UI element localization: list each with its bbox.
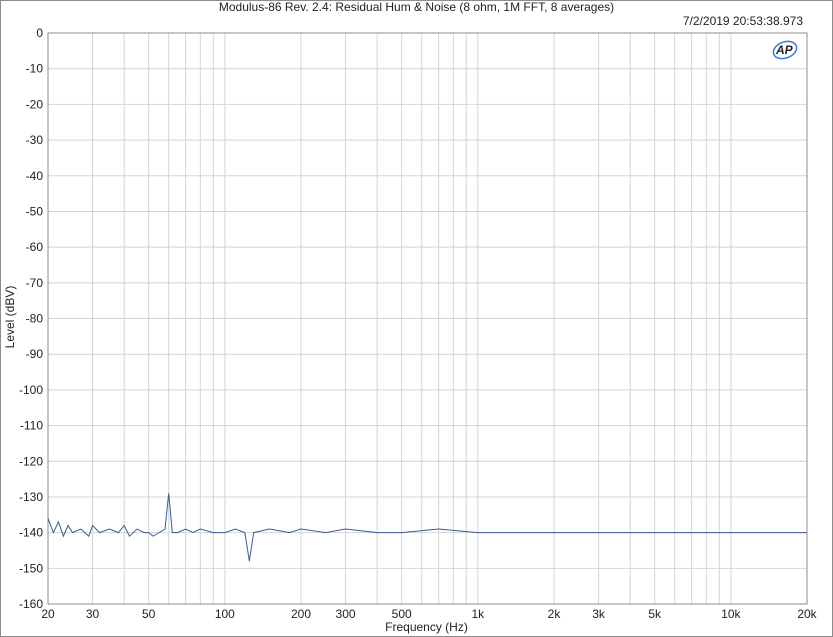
y-tick-label: 0 — [36, 26, 43, 40]
x-tick-label: 500 — [392, 607, 412, 621]
y-tick-label: -10 — [26, 62, 44, 76]
x-tick-label: 50 — [142, 607, 156, 621]
x-tick-label: 10k — [721, 607, 741, 621]
y-tick-label: -50 — [26, 204, 44, 218]
series-layer — [47, 493, 807, 562]
y-axis-ticks: 0 -10 -20 -30 -40 -50 -60 -70 -80 -90 -100 -110 -120… — [19, 26, 43, 611]
y-tick-label: -100 — [19, 383, 43, 397]
x-tick-label: 3k — [592, 607, 606, 621]
y-tick-label: -90 — [26, 347, 44, 361]
x-tick-label: 20 — [41, 607, 55, 621]
ap-logo-icon: AP — [772, 40, 798, 60]
y-tick-label: -40 — [26, 169, 44, 183]
x-tick-label: 2k — [548, 607, 562, 621]
y-tick-label: -20 — [26, 97, 44, 111]
x-tick-label: 5k — [648, 607, 662, 621]
y-tick-label: -70 — [26, 276, 44, 290]
y-tick-label: -30 — [26, 133, 44, 147]
x-tick-label: 20k — [797, 607, 817, 621]
y-tick-label: -120 — [19, 454, 43, 468]
y-tick-label: -160 — [19, 597, 43, 611]
x-tick-label: 100 — [215, 607, 235, 621]
x-tick-label: 1k — [471, 607, 485, 621]
y-tick-label: -130 — [19, 490, 43, 504]
y-tick-label: -80 — [26, 312, 44, 326]
chart-canvas: 0 -10 -20 -30 -40 -50 -60 -70 -80 -90 -100 -110 -120… — [19, 26, 818, 621]
y-tick-label: -60 — [26, 240, 44, 254]
series-line — [47, 493, 807, 562]
y-tick-label: -110 — [20, 419, 43, 433]
x-tick-label: 200 — [291, 607, 311, 621]
x-tick-label: 300 — [336, 607, 356, 621]
grid — [47, 32, 808, 605]
x-axis-ticks: 20 30 50 100 200 300 500 1k 2k 3k 5k 10k 20k — [41, 607, 817, 621]
x-axis-label: Frequency (Hz) — [385, 620, 468, 634]
y-tick-label: -140 — [19, 526, 43, 540]
logo-text: AP — [775, 43, 794, 57]
y-axis-label: Level (dBV) — [3, 285, 17, 349]
y-tick-label: -150 — [19, 561, 43, 575]
x-tick-label: 30 — [86, 607, 100, 621]
